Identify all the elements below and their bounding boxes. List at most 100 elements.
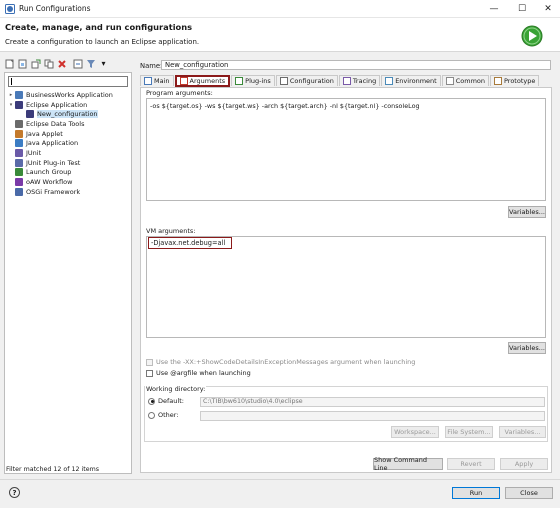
default-dir-label: Default: (158, 397, 184, 405)
bw-icon (15, 90, 23, 99)
filter-icon[interactable] (85, 58, 96, 69)
show-command-line-button[interactable]: Show Command Line (373, 456, 443, 472)
duplicate-icon[interactable] (43, 58, 54, 69)
tree-item[interactable]: JUnit Plug-in Test (5, 158, 131, 168)
workflow-icon (15, 178, 23, 187)
tree-item-label: Launch Group (26, 168, 72, 177)
tree-item[interactable]: JUnit (5, 148, 131, 158)
expand-toggle-icon[interactable]: ▸ (7, 92, 15, 98)
tab-label: Common (455, 77, 485, 85)
name-input[interactable]: New_configuration (161, 60, 551, 70)
show-code-details-label: Use the -XX:+ShowCodeDetailsInExceptionM… (156, 358, 416, 366)
maximize-icon[interactable]: ☐ (508, 0, 536, 18)
config-editor: Name: New_configuration Main Arguments Plu… (137, 58, 556, 474)
tab-strip: Main Arguments Plug-ins Configuration Tracin… (140, 75, 540, 87)
vm-args-text: -Djavax.net.debug=all (151, 239, 226, 247)
tab-plug-ins[interactable]: Plug-ins (231, 75, 275, 86)
tree-item[interactable]: Eclipse Data Tools (5, 119, 131, 129)
default-dir-value: C:\TIB\bw610\studio\4.0\eclipse (200, 397, 545, 407)
delete-icon[interactable] (56, 58, 67, 69)
tab-label: Arguments (189, 77, 226, 85)
file-system-button[interactable]: File System... (445, 426, 493, 438)
junit-plugin-icon (15, 158, 23, 167)
left-toolbar: ▾ (4, 58, 109, 70)
tab-environment[interactable]: Environment (381, 75, 441, 86)
expand-toggle-icon[interactable]: ▾ (7, 102, 15, 108)
show-code-details-checkbox[interactable] (146, 358, 153, 366)
tree-item[interactable]: OSGi Framework (5, 187, 131, 197)
vm-variables-button[interactable]: Variables... (508, 342, 546, 354)
junit-icon (15, 148, 23, 157)
dialog-subtitle: Create a configuration to launch an Ecli… (5, 38, 200, 46)
config-tree: ▸ BusinessWorks Application ▾ Eclipse Appli… (5, 90, 131, 197)
config-tree-panel: ▸ BusinessWorks Application ▾ Eclipse Appli… (4, 72, 132, 474)
program-args-label: Program arguments: (146, 89, 213, 97)
tab-prototype[interactable]: Prototype (490, 75, 540, 86)
tab-label: Prototype (504, 77, 536, 85)
tab-label: Configuration (289, 77, 334, 85)
working-directory-label: Working directory: (145, 385, 207, 393)
tree-item[interactable]: Java Application (5, 138, 131, 148)
view-menu-icon[interactable]: ▾ (98, 58, 109, 69)
close-button[interactable]: Close (505, 487, 553, 499)
eclipse-icon (26, 110, 34, 119)
dialog-header: Create, manage, and run configurations C… (0, 18, 560, 52)
program-args-text: -os ${target.os} -ws ${target.ws} -arch … (150, 102, 420, 110)
tree-item-label: Eclipse Data Tools (26, 119, 85, 128)
other-dir-input[interactable] (200, 411, 545, 421)
tree-item-label: JUnit (26, 148, 42, 157)
plugins-icon (235, 77, 244, 85)
environment-icon (385, 77, 394, 85)
tab-main[interactable]: Main (140, 75, 174, 86)
argfile-label: Use @argfile when launching (156, 369, 251, 377)
filter-input[interactable] (8, 76, 128, 87)
name-label: Name: (140, 62, 163, 70)
tab-label: Environment (395, 77, 437, 85)
show-code-details-row: Use the -XX:+ShowCodeDetailsInExceptionM… (146, 358, 415, 366)
tree-item[interactable]: New_configuration (5, 109, 131, 119)
tree-item[interactable]: Java Applet (5, 129, 131, 139)
text-caret (11, 78, 12, 85)
tree-item[interactable]: ▾ Eclipse Application (5, 100, 131, 110)
new-prototype-icon[interactable] (17, 58, 28, 69)
argfile-checkbox[interactable] (146, 369, 153, 377)
other-dir-label: Other: (158, 411, 179, 419)
common-icon (445, 77, 454, 85)
tab-arguments[interactable]: Arguments (174, 75, 231, 87)
vm-args-textarea[interactable]: -Djavax.net.debug=all (146, 236, 546, 338)
other-dir-row: Other: (148, 411, 179, 419)
apply-button[interactable]: Apply (500, 458, 548, 470)
footer-separator (0, 479, 560, 480)
help-icon[interactable]: ? (9, 487, 20, 498)
tree-item[interactable]: oAW Workflow (5, 177, 131, 187)
other-dir-radio[interactable] (148, 411, 155, 419)
run-button[interactable]: Run (452, 487, 500, 499)
eclipse-icon (15, 100, 23, 109)
tree-item[interactable]: Launch Group (5, 168, 131, 178)
program-variables-button[interactable]: Variables... (508, 206, 546, 218)
title-bar: Run Configurations — ☐ ✕ (0, 0, 560, 18)
tab-label: Main (154, 77, 170, 85)
export-icon[interactable] (30, 58, 41, 69)
tab-common[interactable]: Common (441, 75, 489, 86)
wd-variables-button[interactable]: Variables... (499, 426, 546, 438)
new-config-icon[interactable] (4, 58, 15, 69)
default-dir-radio[interactable] (148, 397, 155, 405)
arguments-tab-content: Program arguments: -os ${target.os} -ws … (140, 87, 552, 473)
minimize-icon[interactable]: — (480, 0, 508, 18)
tree-item-label: BusinessWorks Application (26, 90, 113, 99)
prototype-icon (494, 77, 502, 85)
tab-label: Plug-ins (245, 77, 271, 85)
revert-button[interactable]: Revert (447, 458, 495, 470)
tree-item[interactable]: ▸ BusinessWorks Application (5, 90, 131, 100)
workspace-button[interactable]: Workspace... (391, 426, 439, 438)
close-icon[interactable]: ✕ (534, 0, 560, 18)
tab-tracing[interactable]: Tracing (338, 75, 381, 86)
tab-configuration[interactable]: Configuration (275, 75, 338, 86)
program-args-textarea[interactable]: -os ${target.os} -ws ${target.ws} -arch … (146, 98, 546, 201)
window-title: Run Configurations (19, 4, 91, 13)
configuration-icon (279, 77, 288, 85)
collapse-all-icon[interactable] (72, 58, 83, 69)
dialog-title: Create, manage, and run configurations (5, 22, 193, 32)
run-icon (521, 25, 543, 47)
